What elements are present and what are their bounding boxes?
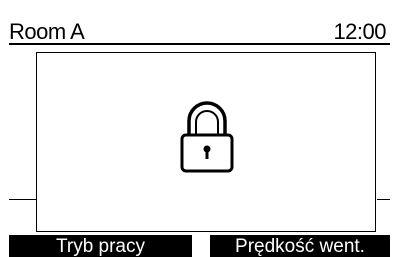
lock-dialog [36, 52, 376, 232]
right-divider [377, 199, 390, 200]
softkey-fan-speed[interactable]: Prędkość went. [210, 235, 390, 257]
clock-time: 12:00 [333, 19, 386, 44]
header-divider [9, 43, 390, 45]
room-title: Room A [9, 19, 85, 44]
lock-icon [180, 101, 234, 173]
left-divider [9, 199, 37, 200]
softkey-operating-mode[interactable]: Tryb pracy [9, 235, 192, 257]
thermostat-screen: Room A 12:00 Tryb pracy Prędkość went. [0, 0, 395, 257]
